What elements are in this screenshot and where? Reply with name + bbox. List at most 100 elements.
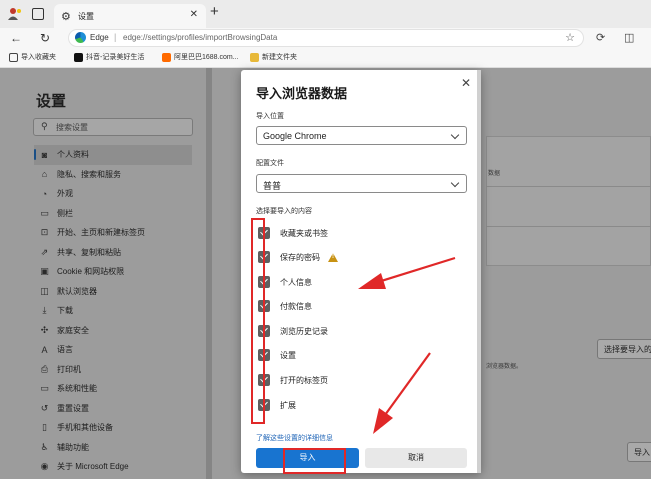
choose-import-button[interactable]: 选择要导入的 bbox=[597, 339, 651, 359]
lock-icon: ⌂ bbox=[41, 169, 48, 180]
search-input[interactable]: ⚲ 搜索设置 bbox=[33, 118, 193, 136]
divider bbox=[486, 186, 651, 187]
toolbar: ← ↻ Edge | edge://settings/profiles/impo… bbox=[0, 28, 651, 48]
cookie-icon: ▣ bbox=[40, 266, 49, 277]
sidebar-item[interactable]: ⤓ 下载 bbox=[34, 301, 192, 321]
new-tab-button[interactable]: + bbox=[210, 4, 219, 20]
option-passwords[interactable]: 保存的密码 bbox=[258, 250, 338, 264]
sidebar-item-label: 辅助功能 bbox=[57, 442, 89, 452]
option-label: 保存的密码 bbox=[280, 252, 320, 262]
sidebar-item-label: 开始、主页和新建标签页 bbox=[57, 228, 145, 238]
sidebar-item-label: 重置设置 bbox=[57, 403, 89, 413]
profile-card bbox=[486, 136, 651, 266]
search-icon: ⚲ bbox=[41, 121, 48, 131]
profile-label: 配置文件 bbox=[256, 160, 284, 167]
sidebar-item-label: 默认浏览器 bbox=[57, 286, 97, 296]
gear-icon: ⚙ bbox=[61, 11, 71, 23]
back-icon[interactable]: ← bbox=[10, 30, 22, 46]
sidebar-item[interactable]: ▯ 手机和其他设备 bbox=[34, 418, 192, 438]
address-bar[interactable]: Edge | edge://settings/profiles/importBr… bbox=[68, 29, 584, 47]
profile-avatar-icon[interactable] bbox=[8, 7, 22, 21]
sidebar-item[interactable]: ▭ 侧栏 bbox=[34, 204, 192, 224]
folder-icon bbox=[250, 52, 259, 62]
import-dialog: 导入浏览器数据 ✕ 导入位置 Google Chrome 配置文件 普普 选择要… bbox=[241, 70, 481, 473]
tab-actions-icon[interactable] bbox=[32, 8, 44, 20]
default-browser-icon: ◫ bbox=[40, 285, 49, 296]
sidebar-icon: ▭ bbox=[40, 207, 49, 218]
settings-sidebar: 设置 ⚲ 搜索设置 ◙ 个人资料 ⌂ 隐私、搜索和服务 ◔ 外观 ▭ 侧栏 ⊡ 开始、主页和新建标… bbox=[0, 68, 208, 479]
sidebar-item[interactable]: ⎙ 打印机 bbox=[34, 360, 192, 380]
sidebar-item[interactable]: ◉ 关于 Microsoft Edge bbox=[34, 457, 192, 477]
option-label: 设置 bbox=[280, 350, 296, 360]
option-personal-info[interactable]: 个人信息 bbox=[258, 275, 312, 289]
tab-title: 设置 bbox=[78, 12, 94, 21]
sidebar-scrollbar[interactable] bbox=[206, 68, 212, 479]
chevron-down-icon bbox=[450, 130, 460, 140]
download-icon: ⤓ bbox=[42, 305, 47, 316]
appearance-icon: ◔ bbox=[41, 188, 48, 199]
favorite-star-icon[interactable]: ☆ bbox=[565, 31, 575, 44]
dialog-scrollbar[interactable] bbox=[477, 70, 481, 473]
bookmark-douyin[interactable]: 抖音-记录美好生活 bbox=[74, 52, 144, 62]
tab-settings[interactable]: ⚙ 设置 ✕ bbox=[54, 4, 206, 28]
import-button-bg[interactable]: 导入 bbox=[627, 442, 651, 462]
refresh-icon[interactable]: ↻ bbox=[40, 30, 50, 46]
search-placeholder: 搜索设置 bbox=[56, 123, 88, 132]
sidebar-item-label: 关于 Microsoft Edge bbox=[57, 462, 129, 472]
sidebar-item[interactable]: ◔ 外观 bbox=[34, 184, 192, 204]
close-icon[interactable]: ✕ bbox=[461, 76, 471, 90]
sidebar-item[interactable]: ♿ 辅助功能 bbox=[34, 438, 192, 458]
sidebar-item-label: 个人资料 bbox=[57, 150, 89, 160]
sidebar-item[interactable]: ⌂ 隐私、搜索和服务 bbox=[34, 165, 192, 185]
bookmark-import[interactable]: 导入收藏夹 bbox=[9, 52, 56, 62]
bookmark-label: 新建文件夹 bbox=[262, 54, 297, 61]
douyin-icon bbox=[74, 52, 83, 62]
right-text: 浏览器数据。 bbox=[486, 364, 523, 370]
bookmark-1688[interactable]: 阿里巴巴1688.com... bbox=[162, 52, 239, 62]
tab-strip: ⚙ 设置 ✕ + bbox=[0, 0, 651, 28]
collections-icon[interactable]: ⟳ bbox=[596, 31, 605, 44]
sidebar-item-label: 侧栏 bbox=[57, 208, 73, 218]
language-icon: A bbox=[41, 344, 48, 355]
sidebar-item[interactable]: ⊡ 开始、主页和新建标签页 bbox=[34, 223, 192, 243]
sidebar-item[interactable]: ✣ 家庭安全 bbox=[34, 321, 192, 341]
accessibility-icon: ♿ bbox=[40, 441, 49, 452]
sidebar-item[interactable]: ▣ Cookie 和网站权限 bbox=[34, 262, 192, 282]
address-brand: Edge bbox=[90, 33, 109, 42]
close-icon[interactable]: ✕ bbox=[190, 9, 198, 20]
learn-more-link[interactable]: 了解这些设置的详细信息 bbox=[256, 433, 333, 443]
warning-icon bbox=[328, 252, 338, 262]
profile-select[interactable]: 普普 bbox=[256, 174, 467, 193]
option-history[interactable]: 浏览历史记录 bbox=[258, 324, 328, 338]
share-icon: ⇗ bbox=[40, 246, 49, 257]
option-favorites[interactable]: 收藏夹或书签 bbox=[258, 226, 328, 240]
sidebar-item[interactable]: A 语言 bbox=[34, 340, 192, 360]
sidebar-item-label: 语言 bbox=[57, 345, 73, 355]
start-page-icon: ⊡ bbox=[40, 227, 49, 238]
source-select[interactable]: Google Chrome bbox=[256, 126, 467, 145]
option-payment-info[interactable]: 付款信息 bbox=[258, 299, 312, 313]
sidebar-item-label: 打印机 bbox=[57, 364, 81, 374]
phone-icon: ▯ bbox=[42, 422, 47, 433]
alibaba-icon bbox=[162, 52, 171, 62]
option-label: 浏览历史记录 bbox=[280, 326, 328, 336]
sidebar-item[interactable]: ⇗ 共享、复制和粘贴 bbox=[34, 243, 192, 263]
bookmark-folder[interactable]: 新建文件夹 bbox=[250, 52, 297, 62]
sidebar-item-label: 外观 bbox=[57, 189, 73, 199]
split-screen-icon[interactable]: ◫ bbox=[624, 31, 634, 44]
divider bbox=[486, 226, 651, 227]
annotation-box-checkboxes bbox=[251, 218, 265, 424]
sidebar-item-label: 隐私、搜索和服务 bbox=[57, 169, 121, 179]
address-url[interactable]: edge://settings/profiles/importBrowsingD… bbox=[123, 33, 277, 42]
option-open-tabs[interactable]: 打开的标签页 bbox=[258, 373, 328, 387]
sidebar-item[interactable]: ◫ 默认浏览器 bbox=[34, 282, 192, 302]
sidebar-item[interactable]: ◙ 个人资料 bbox=[34, 145, 192, 165]
sidebar-item[interactable]: ↺ 重置设置 bbox=[34, 399, 192, 419]
sidebar-item[interactable]: ▭ 系统和性能 bbox=[34, 379, 192, 399]
sidebar-item-label: 下载 bbox=[57, 306, 73, 316]
bookmark-label: 抖音-记录美好生活 bbox=[86, 54, 145, 61]
source-value: Google Chrome bbox=[263, 131, 327, 141]
items-label: 选择要导入的内容 bbox=[256, 208, 312, 215]
cancel-button[interactable]: 取消 bbox=[365, 448, 467, 468]
sidebar-item-label: 系统和性能 bbox=[57, 384, 97, 394]
